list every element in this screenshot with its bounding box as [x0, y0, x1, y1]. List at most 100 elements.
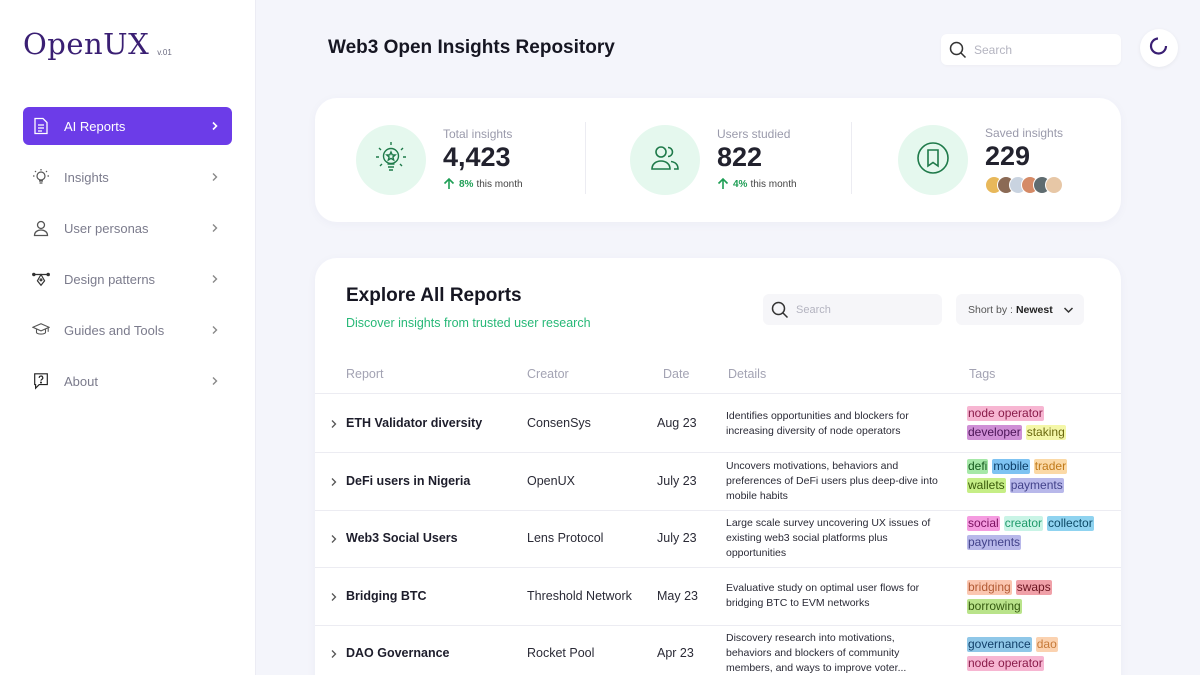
pen-tool-icon [32, 270, 50, 288]
avatar-group [985, 175, 1063, 194]
report-details: Identifies opportunities and blockers fo… [726, 410, 909, 437]
tag[interactable]: node operator [967, 406, 1044, 421]
column-header-tags: Tags [969, 367, 996, 381]
tag-list: node operator developer staking [967, 406, 1097, 440]
report-creator: Lens Protocol [527, 531, 604, 545]
tag[interactable]: developer [967, 425, 1022, 440]
report-date: Aug 23 [657, 416, 697, 430]
report-date: July 23 [657, 531, 697, 545]
chevron-right-icon [210, 325, 220, 335]
graduation-cap-icon [32, 321, 50, 339]
sidebar-item-insights[interactable]: Insights [23, 158, 232, 196]
table-row[interactable]: ETH Validator diversity ConsenSys Aug 23 Id… [315, 395, 1121, 453]
stat-label: Total insights [443, 127, 513, 142]
sidebar-item-ai-reports[interactable]: AI Reports [23, 107, 232, 145]
table-row[interactable]: DeFi users in Nigeria OpenUX July 23 Uncove… [315, 453, 1121, 511]
profile-button[interactable] [1140, 29, 1178, 67]
column-header-report[interactable]: Report [346, 367, 384, 381]
sidebar-item-design-patterns[interactable]: Design patterns [23, 260, 232, 298]
stat-saved-insights: Saved insights 229 [898, 124, 1063, 196]
report-name[interactable]: Bridging BTC [346, 589, 427, 603]
sort-dropdown[interactable]: Short by : Newest [956, 294, 1084, 325]
divider [585, 122, 586, 194]
sidebar-nav: AI Reports Insights User personas Design… [23, 107, 232, 413]
search-icon [771, 301, 789, 319]
sidebar-item-label: Guides and Tools [64, 322, 165, 338]
stat-text: Total insights 4,423 8% this month [443, 127, 523, 193]
users-icon [648, 141, 682, 180]
divider [851, 122, 852, 194]
chevron-right-icon[interactable] [329, 649, 339, 659]
report-details: Discovery research into motivations, beh… [726, 632, 907, 674]
tag[interactable]: governance [967, 637, 1032, 652]
tag[interactable]: bridging [967, 579, 1012, 595]
report-name[interactable]: DAO Governance [346, 646, 450, 660]
sort-label: Short by : [968, 303, 1013, 316]
tag[interactable]: wallets [967, 477, 1006, 493]
avatar [1045, 175, 1063, 194]
tag[interactable]: borrowing [967, 598, 1022, 614]
tag[interactable]: node operator [967, 656, 1044, 671]
tag[interactable]: defi [967, 458, 989, 474]
table-row[interactable]: Web3 Social Users Lens Protocol July 23 Lar… [315, 510, 1121, 568]
search-bar[interactable] [941, 34, 1121, 65]
tag[interactable]: mobile [992, 458, 1030, 474]
column-header-creator[interactable]: Creator [527, 367, 569, 381]
table-row[interactable]: DAO Governance Rocket Pool Apr 23 Discovery… [315, 625, 1121, 675]
reports-subtitle: Discover insights from trusted user rese… [346, 316, 591, 330]
arrow-up-icon [717, 177, 729, 193]
arrow-up-icon [443, 177, 455, 193]
reports-card: Explore All Reports Discover insights fr… [315, 258, 1121, 675]
sidebar: OpenUX v.01 AI Reports Insights User per… [0, 0, 256, 675]
stat-trend: 8% this month [443, 177, 523, 193]
table-row[interactable]: Bridging BTC Threshold Network May 23 Evalu… [315, 568, 1121, 626]
trend-value: 4% [733, 179, 748, 191]
stat-icon-circle [356, 125, 426, 195]
chevron-right-icon[interactable] [329, 419, 339, 429]
report-creator: Rocket Pool [527, 646, 595, 660]
stat-trend: 4% this month [717, 177, 797, 193]
search-input[interactable] [974, 42, 1114, 57]
tag[interactable]: trader [1033, 458, 1068, 474]
table-header: Report Creator Date Details Tags [315, 364, 1121, 394]
chevron-right-icon[interactable] [329, 477, 339, 487]
sidebar-item-label: Insights [64, 169, 109, 185]
tag-list: governance dao node operator [967, 637, 1097, 671]
report-date: Apr 23 [657, 646, 694, 660]
stat-label: Saved insights [985, 126, 1064, 141]
chevron-right-icon[interactable] [329, 534, 339, 544]
tag[interactable]: creator [1003, 516, 1044, 531]
report-name[interactable]: ETH Validator diversity [346, 416, 482, 430]
report-name[interactable]: Web3 Social Users [346, 531, 458, 545]
tag-list: social creator collector payments [967, 516, 1097, 550]
sidebar-item-about[interactable]: About [23, 362, 232, 400]
report-details: Uncovers motivations, behaviors and pref… [726, 459, 938, 502]
sidebar-item-guides-and-tools[interactable]: Guides and Tools [23, 311, 232, 349]
chevron-right-icon [210, 172, 220, 182]
tag[interactable]: collector [1047, 516, 1094, 531]
chevron-right-icon[interactable] [329, 592, 339, 602]
tag[interactable]: payments [967, 535, 1022, 550]
help-bubble-icon [32, 372, 50, 390]
version-label: v.01 [157, 48, 172, 57]
openux-mark-icon [1149, 36, 1169, 61]
reports-title: Explore All Reports [346, 285, 522, 306]
chevron-down-icon [1063, 306, 1074, 314]
report-date: July 23 [657, 473, 697, 488]
sort-value: Newest [1015, 303, 1053, 316]
column-header-details: Details [728, 367, 767, 381]
stat-text: Users studied 822 4% this month [717, 127, 797, 193]
tag[interactable]: staking [1025, 425, 1066, 440]
reports-search-bar[interactable] [763, 294, 942, 325]
tag[interactable]: payments [1009, 477, 1064, 493]
reports-search-input[interactable] [796, 303, 936, 316]
column-header-date[interactable]: Date [663, 367, 689, 381]
logo[interactable]: OpenUX v.01 [23, 30, 172, 59]
report-creator: OpenUX [527, 473, 575, 488]
tag[interactable]: swaps [1015, 579, 1052, 595]
tag[interactable]: social [967, 516, 1000, 531]
sidebar-item-user-personas[interactable]: User personas [23, 209, 232, 247]
report-details: Large scale survey uncovering UX issues … [726, 517, 931, 559]
report-name[interactable]: DeFi users in Nigeria [346, 474, 470, 488]
tag[interactable]: dao [1035, 637, 1058, 652]
